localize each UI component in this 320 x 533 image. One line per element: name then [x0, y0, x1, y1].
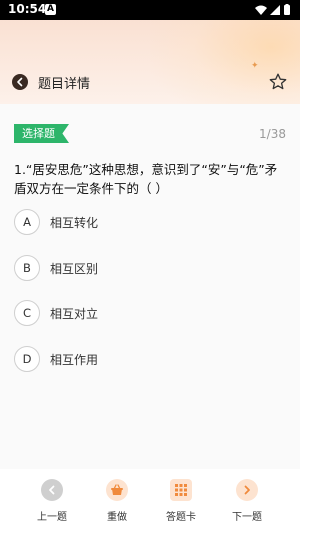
signal-icon [270, 5, 280, 15]
system-status-icons [255, 4, 290, 15]
bottom-nav: 上一题 重做 答题卡 下一题 [0, 469, 300, 533]
status-time: 10:54 [8, 2, 47, 16]
page-title: 题目详情 [38, 77, 91, 92]
favorite-star-icon[interactable] [268, 72, 288, 92]
option-text: 相互转化 [50, 215, 99, 230]
wifi-icon [255, 5, 267, 15]
prev-question-button[interactable]: 上一题 [22, 479, 82, 523]
basket-icon [106, 479, 128, 501]
grid-icon [170, 479, 192, 501]
back-arrow-icon [17, 77, 23, 87]
question-text: 1.“居安思危”这种思想，意识到了“安”与“危”矛盾双方在一定条件下的（ ） [14, 162, 278, 196]
option-d[interactable]: D 相互作用 [14, 344, 274, 374]
back-button[interactable] [12, 74, 28, 90]
redo-button[interactable]: 重做 [87, 479, 147, 523]
option-letter: C [14, 300, 40, 326]
option-letter: A [14, 209, 40, 235]
next-question-label: 下一题 [232, 512, 262, 523]
option-text: 相互作用 [50, 352, 99, 367]
option-a[interactable]: A 相互转化 [14, 207, 274, 237]
next-question-button[interactable]: 下一题 [217, 479, 277, 523]
answer-card-button[interactable]: 答题卡 [151, 479, 211, 523]
chevron-left-icon [41, 479, 63, 501]
option-letter: B [14, 255, 40, 281]
redo-label: 重做 [107, 512, 127, 523]
question-type-tag: 选择题 [14, 124, 69, 143]
option-c[interactable]: C 相互对立 [14, 298, 274, 328]
notification-icon: A [45, 4, 56, 15]
chevron-right-icon [236, 479, 258, 501]
question-counter: 1/38 [259, 127, 286, 141]
option-b[interactable]: B 相互区别 [14, 253, 274, 283]
question-area: 选择题 1/38 1.“居安思危”这种思想，意识到了“安”与“危”矛盾双方在一定… [0, 104, 300, 469]
option-text: 相互区别 [50, 261, 99, 276]
answer-card-label: 答题卡 [166, 512, 196, 523]
option-text: 相互对立 [50, 306, 99, 321]
battery-icon [284, 5, 290, 15]
prev-question-label: 上一题 [37, 512, 67, 523]
status-bar: 10:54 A [0, 0, 300, 20]
option-letter: D [14, 346, 40, 372]
sparkle-icon: ✦ [251, 61, 259, 71]
